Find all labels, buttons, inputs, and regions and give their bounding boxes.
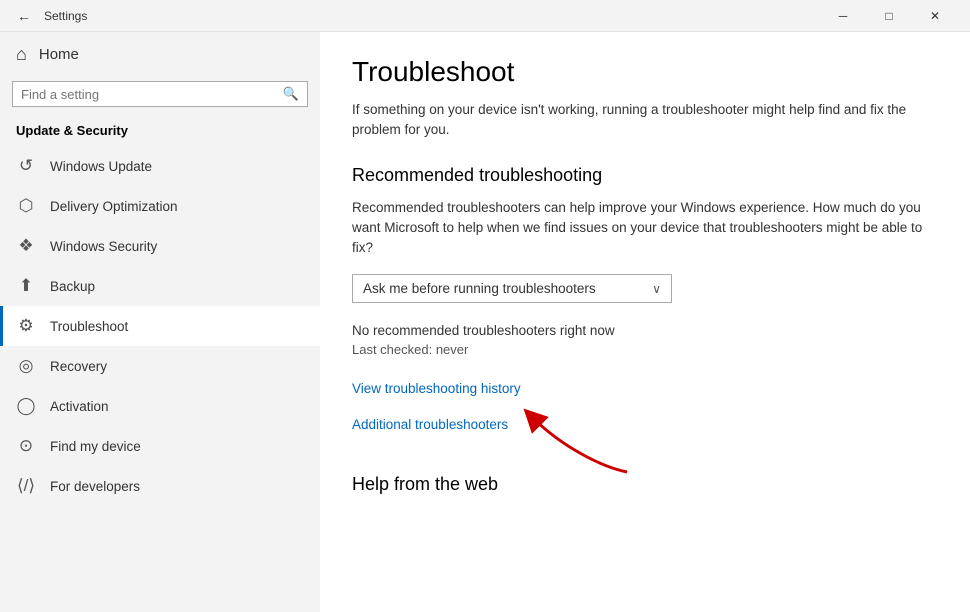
sidebar-section-title: Update & Security bbox=[0, 119, 320, 146]
status-text: No recommended troubleshooters right now bbox=[352, 323, 930, 338]
back-icon: ← bbox=[17, 8, 31, 24]
back-button[interactable]: ← bbox=[12, 4, 36, 28]
find-my-device-icon: ⊙ bbox=[16, 436, 36, 456]
backup-icon: ⬆ bbox=[16, 276, 36, 296]
windows-security-icon: ❖ bbox=[16, 236, 36, 256]
titlebar: ← Settings ─ □ ✕ bbox=[0, 0, 970, 32]
last-checked-text: Last checked: never bbox=[352, 342, 930, 357]
sidebar-item-windows-update[interactable]: ↺ Windows Update bbox=[0, 146, 320, 186]
sidebar-item-delivery-optimization[interactable]: ⬡ Delivery Optimization bbox=[0, 186, 320, 226]
additional-troubleshooters-link[interactable]: Additional troubleshooters bbox=[352, 417, 508, 432]
search-box[interactable]: 🔍 bbox=[12, 81, 308, 107]
view-history-link[interactable]: View troubleshooting history bbox=[352, 381, 930, 396]
sidebar-nav: ↺ Windows Update ⬡ Delivery Optimization ❖ Wi… bbox=[0, 146, 320, 506]
sidebar-label-recovery: Recovery bbox=[50, 359, 107, 374]
recovery-icon: ◎ bbox=[16, 356, 36, 376]
sidebar-label-delivery-optimization: Delivery Optimization bbox=[50, 199, 178, 214]
troubleshoot-dropdown-container: Ask me before running troubleshooters ∨ bbox=[352, 274, 930, 303]
additional-troubleshooters-section: Additional troubleshooters bbox=[352, 416, 930, 434]
home-icon: ⌂ bbox=[16, 44, 27, 65]
close-button[interactable]: ✕ bbox=[912, 0, 958, 32]
app-title: Settings bbox=[44, 9, 87, 23]
additional-link-container: Additional troubleshooters bbox=[352, 417, 508, 432]
content-area: Troubleshoot If something on your device… bbox=[320, 32, 970, 612]
search-input[interactable] bbox=[21, 87, 283, 102]
search-icon: 🔍 bbox=[283, 86, 299, 102]
window-controls: ─ □ ✕ bbox=[820, 0, 958, 32]
sidebar-item-for-developers[interactable]: ⟨/⟩ For developers bbox=[0, 466, 320, 506]
sidebar-label-for-developers: For developers bbox=[50, 479, 140, 494]
help-section-title: Help from the web bbox=[352, 474, 930, 495]
chevron-down-icon: ∨ bbox=[652, 282, 661, 296]
activation-icon: ◯ bbox=[16, 396, 36, 416]
sidebar-item-troubleshoot[interactable]: ⚙ Troubleshoot bbox=[0, 306, 320, 346]
sidebar-label-troubleshoot: Troubleshoot bbox=[50, 319, 128, 334]
minimize-button[interactable]: ─ bbox=[820, 0, 866, 32]
recommended-section-title: Recommended troubleshooting bbox=[352, 165, 930, 186]
sidebar: ⌂ Home 🔍 Update & Security ↺ Windows Upda… bbox=[0, 32, 320, 612]
home-label: Home bbox=[39, 46, 79, 63]
sidebar-item-find-my-device[interactable]: ⊙ Find my device bbox=[0, 426, 320, 466]
page-description: If something on your device isn't workin… bbox=[352, 100, 930, 141]
sidebar-label-find-my-device: Find my device bbox=[50, 439, 141, 454]
page-title: Troubleshoot bbox=[352, 56, 930, 88]
windows-update-icon: ↺ bbox=[16, 156, 36, 176]
for-developers-icon: ⟨/⟩ bbox=[16, 476, 36, 496]
sidebar-label-backup: Backup bbox=[50, 279, 95, 294]
sidebar-label-activation: Activation bbox=[50, 399, 109, 414]
delivery-optimization-icon: ⬡ bbox=[16, 196, 36, 216]
maximize-button[interactable]: □ bbox=[866, 0, 912, 32]
sidebar-label-windows-update: Windows Update bbox=[50, 159, 152, 174]
sidebar-item-recovery[interactable]: ◎ Recovery bbox=[0, 346, 320, 386]
troubleshoot-icon: ⚙ bbox=[16, 316, 36, 336]
recommended-description: Recommended troubleshooters can help imp… bbox=[352, 198, 930, 259]
app-body: ⌂ Home 🔍 Update & Security ↺ Windows Upda… bbox=[0, 32, 970, 612]
sidebar-label-windows-security: Windows Security bbox=[50, 239, 157, 254]
troubleshoot-dropdown[interactable]: Ask me before running troubleshooters ∨ bbox=[352, 274, 672, 303]
sidebar-item-windows-security[interactable]: ❖ Windows Security bbox=[0, 226, 320, 266]
sidebar-item-activation[interactable]: ◯ Activation bbox=[0, 386, 320, 426]
sidebar-item-home[interactable]: ⌂ Home bbox=[0, 32, 320, 77]
sidebar-item-backup[interactable]: ⬆ Backup bbox=[0, 266, 320, 306]
dropdown-value: Ask me before running troubleshooters bbox=[363, 281, 596, 296]
